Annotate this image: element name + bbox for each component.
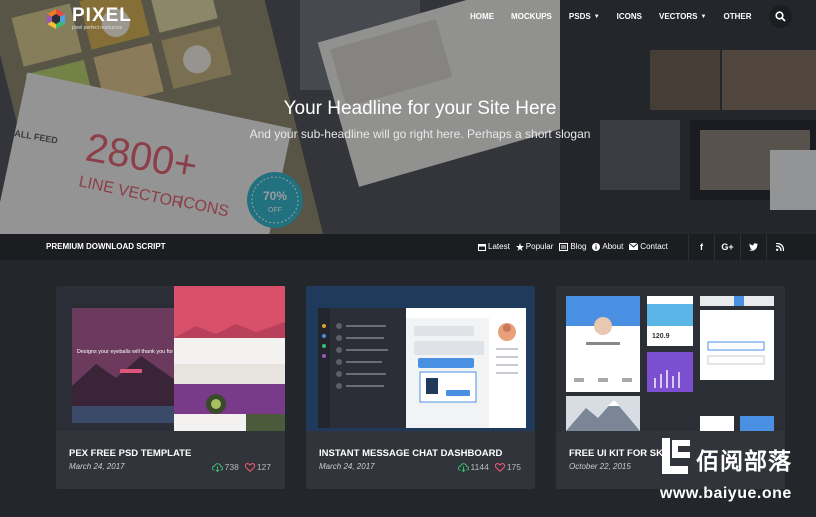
hero-headline: Your Headline for your Site Here: [283, 98, 557, 119]
card-thumbnail[interactable]: [306, 286, 535, 431]
watermark-url: www.baiyue.one: [660, 485, 792, 502]
link-about[interactable]: About: [592, 242, 623, 251]
site-logo[interactable]: PIXEL pixel perfect resources: [46, 6, 132, 31]
nav-label: ICONS: [616, 12, 642, 21]
watermark: 佰阅部落 www.baiyue.one: [654, 436, 816, 517]
download-count[interactable]: 1144: [457, 462, 489, 472]
link-blog[interactable]: Blog: [559, 242, 586, 251]
google-plus-icon[interactable]: G+: [714, 234, 740, 260]
caret-down-icon: ▼: [593, 13, 600, 20]
link-latest[interactable]: Latest: [478, 242, 510, 251]
nav-label: VECTORS: [658, 12, 698, 21]
ui-kit-preview-image: 120.9: [556, 286, 785, 431]
logo-tagline: pixel perfect resources: [72, 25, 123, 31]
rss-feed-icon: [775, 243, 784, 251]
nav-psds[interactable]: PSDS ▼: [569, 12, 600, 21]
card-pex-template[interactable]: Designs your eyeballs will thank you for…: [56, 286, 285, 489]
download-count[interactable]: 738: [211, 462, 239, 472]
like-count-value: 175: [506, 462, 521, 472]
card-thumbnail[interactable]: 120.9: [556, 286, 785, 431]
nav-vectors[interactable]: VECTORS ▼: [659, 12, 706, 21]
logo-name: PIXEL: [72, 5, 132, 26]
like-count[interactable]: 175: [494, 462, 521, 472]
calendar-icon: [478, 243, 486, 251]
search-button[interactable]: [769, 5, 792, 28]
nav-home[interactable]: HOME: [470, 12, 494, 21]
star-icon: [515, 242, 524, 251]
pex-preview-image: Designs your eyeballs will thank you for: [56, 286, 285, 431]
hero-subheadline: And your sub-headline will go right here…: [249, 127, 591, 141]
link-label: Contact: [640, 242, 668, 251]
nav-label: MOCKUPS: [511, 12, 552, 21]
secondary-bar-title: PREMIUM DOWNLOAD SCRIPT: [46, 242, 166, 251]
card-title[interactable]: FREE UI KIT FOR SK: [569, 448, 663, 459]
facebook-icon[interactable]: f: [688, 234, 714, 260]
secondary-bar: PREMIUM DOWNLOAD SCRIPT Latest Popular B…: [0, 234, 816, 260]
card-date: March 24, 2017: [319, 462, 375, 471]
nav-label: HOME: [470, 12, 494, 21]
card-chat-dashboard[interactable]: INSTANT MESSAGE CHAT DASHBOARD March 24,…: [306, 286, 535, 489]
watermark-cn-text: 佰阅部落: [696, 449, 792, 475]
card-stats: 738 127: [206, 462, 271, 472]
page: ALL FEED 2800+ LINE VECTOR ICONS 70% OFF: [0, 0, 816, 517]
cloud-download-icon: [211, 462, 223, 472]
pixel-logo-icon: [47, 8, 65, 29]
link-popular[interactable]: Popular: [515, 242, 554, 251]
link-label: About: [602, 242, 624, 251]
like-count[interactable]: 127: [244, 462, 271, 472]
nav-label: OTHER: [723, 12, 752, 21]
card-stats: 1144 175: [452, 462, 521, 472]
card-title[interactable]: INSTANT MESSAGE CHAT DASHBOARD: [319, 448, 502, 459]
main-nav: HOME MOCKUPS PSDS ▼ ICONS VECTORS ▼ OTHER: [470, 12, 768, 21]
pex-thumb-headline: Designs your eyeballs will thank you for: [77, 349, 173, 355]
search-icon: [775, 11, 786, 22]
blog-icon: [559, 242, 569, 251]
heart-icon: [494, 462, 505, 472]
ui-kit-stat: 120.9: [652, 333, 670, 340]
caret-down-icon: ▼: [700, 13, 707, 20]
card-date: October 22, 2015: [569, 462, 631, 471]
download-count-value: 738: [224, 462, 239, 472]
link-label: Popular: [525, 242, 554, 251]
chat-dashboard-preview-image: [306, 286, 535, 431]
nav-mockups[interactable]: MOCKUPS: [511, 12, 552, 21]
card-date: March 24, 2017: [69, 462, 125, 471]
social-links: f G+: [688, 234, 792, 260]
card-thumbnail[interactable]: Designs your eyeballs will thank you for: [56, 286, 285, 431]
rss-icon[interactable]: [766, 234, 792, 260]
info-icon: [592, 242, 601, 251]
nav-other[interactable]: OTHER: [723, 12, 751, 21]
twitter-bird-icon: [749, 243, 758, 251]
link-label: Latest: [488, 242, 510, 251]
heart-icon: [244, 462, 255, 472]
envelope-icon: [629, 243, 639, 250]
secondary-links: Latest Popular Blog About Contact: [478, 242, 674, 251]
like-count-value: 127: [256, 462, 271, 472]
twitter-icon[interactable]: [740, 234, 766, 260]
link-label: Blog: [570, 242, 587, 251]
hero-banner: ALL FEED 2800+ LINE VECTOR ICONS 70% OFF: [0, 0, 816, 234]
watermark-logo-icon: [662, 438, 690, 474]
download-count-value: 1144: [470, 462, 489, 472]
card-title[interactable]: PEX FREE PSD TEMPLATE: [69, 448, 191, 459]
nav-label: PSDS: [568, 12, 591, 21]
cloud-download-icon: [457, 462, 469, 472]
nav-icons[interactable]: ICONS: [617, 12, 642, 21]
link-contact[interactable]: Contact: [629, 242, 668, 251]
